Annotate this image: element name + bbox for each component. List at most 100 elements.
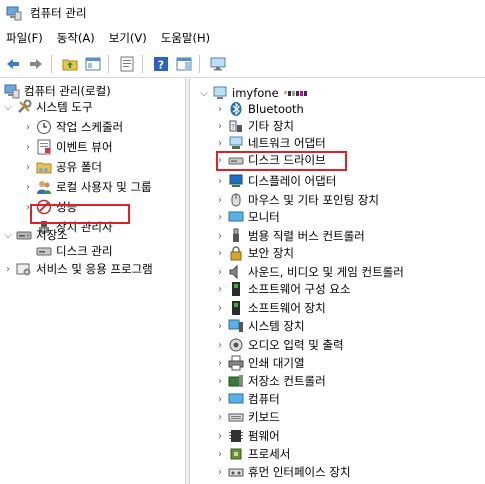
device-category-storage-controllers[interactable]: › 저장소 컨트롤러: [214, 371, 326, 391]
computer-icon: [228, 391, 244, 407]
tree-label: 서비스 및 응용 프로그램: [36, 262, 153, 276]
device-category-label: 키보드: [248, 410, 280, 424]
menu-file[interactable]: 파일(F): [0, 30, 51, 46]
device-category-software-components[interactable]: › 소프트웨어 구성 요소: [214, 279, 351, 299]
chevron-right-icon[interactable]: ›: [214, 353, 226, 373]
chevron-down-icon[interactable]: ⌵: [198, 83, 210, 103]
chevron-right-icon[interactable]: ›: [22, 177, 34, 197]
monitor-icon: [228, 209, 244, 225]
highlight-disk-drives: [216, 151, 347, 171]
device-category-label: Bluetooth: [248, 102, 304, 116]
device-category-label: 네트워크 어댑터: [248, 136, 326, 150]
chevron-right-icon[interactable]: ›: [22, 137, 34, 157]
chevron-right-icon[interactable]: ›: [214, 407, 226, 427]
back-icon[interactable]: [3, 54, 23, 74]
chevron-down-icon[interactable]: ⌵: [2, 97, 14, 117]
hid-icon: [228, 464, 244, 480]
menu-help[interactable]: 도움말(H): [155, 30, 218, 46]
chevron-right-icon[interactable]: ›: [214, 371, 226, 391]
help-icon[interactable]: ?: [151, 54, 171, 74]
device-category-software-devices[interactable]: › 소프트웨어 장치: [214, 298, 326, 318]
device-category-hid[interactable]: › 휴먼 인터페이스 장치: [214, 462, 351, 482]
device-category-keyboards[interactable]: › 키보드: [214, 407, 280, 427]
tree-item-local-users-groups[interactable]: › 로컬 사용자 및 그룹: [22, 177, 152, 197]
device-category-label: 오디오 입력 및 출력: [248, 338, 344, 352]
device-category-label: 모니터: [248, 210, 280, 224]
users-icon: [36, 179, 52, 195]
chevron-right-icon[interactable]: ›: [214, 426, 226, 446]
device-category-label: 소프트웨어 장치: [248, 301, 326, 315]
tree-item-services-applications[interactable]: › 서비스 및 응용 프로그램: [2, 259, 153, 279]
other-devices-icon: ?: [228, 118, 244, 134]
toolbar: ?: [0, 50, 485, 78]
tree-label: 디스크 관리: [56, 244, 113, 258]
device-category-system-devices[interactable]: › 시스템 장치: [214, 316, 305, 336]
chevron-right-icon[interactable]: ›: [214, 444, 226, 464]
toolbar-separator: [199, 54, 200, 73]
shared-folder-icon: [36, 159, 52, 175]
action-pane-icon[interactable]: [174, 54, 194, 74]
menu-action[interactable]: 동작(A): [51, 30, 103, 46]
security-device-icon: [228, 245, 244, 261]
chevron-right-icon[interactable]: ›: [214, 389, 226, 409]
forward-icon[interactable]: [26, 54, 46, 74]
storage-controller-icon: [228, 373, 244, 389]
redacted-name-icon: [283, 90, 307, 96]
window-title: 컴퓨터 관리: [30, 6, 87, 20]
device-category-label: 기타 장치: [248, 119, 294, 133]
firmware-icon: [228, 428, 244, 444]
device-category-label: 컴퓨터: [248, 392, 280, 406]
tree-label: 이벤트 뷰어: [56, 140, 113, 154]
console-tree-pane: 컴퓨터 관리(로컬) ⌵ 시스템 도구 › 작업 스케줄러 › 이벤트 뷰어 ›…: [0, 79, 186, 484]
clock-icon: [36, 119, 52, 135]
menu-view[interactable]: 보기(V): [103, 30, 155, 46]
keyboard-icon: [228, 409, 244, 425]
svg-text:?: ?: [158, 58, 164, 71]
device-category-label: 범용 직렬 버스 컨트롤러: [248, 229, 365, 243]
tree-item-system-tools[interactable]: ⌵ 시스템 도구: [2, 97, 93, 117]
printer-icon: [228, 355, 244, 371]
chevron-right-icon[interactable]: ›: [22, 157, 34, 177]
services-icon: [16, 261, 32, 277]
tree-item-task-scheduler[interactable]: › 작업 스케줄러: [22, 117, 123, 137]
chevron-right-icon[interactable]: ›: [214, 171, 226, 191]
chevron-down-icon[interactable]: ⌵: [2, 225, 14, 245]
tree-item-event-viewer[interactable]: › 이벤트 뷰어: [22, 137, 113, 157]
chevron-right-icon[interactable]: ›: [214, 462, 226, 482]
device-category-print-queues[interactable]: › 인쇄 대기열: [214, 353, 305, 373]
tree-label: 시스템 도구: [36, 100, 93, 114]
chevron-right-icon[interactable]: ›: [214, 335, 226, 355]
device-category-firmware[interactable]: › 펌웨어: [214, 426, 280, 446]
chevron-right-icon[interactable]: ›: [214, 279, 226, 299]
chevron-right-icon[interactable]: ›: [2, 259, 14, 279]
tree-item-shared-folders[interactable]: › 공유 폴더: [22, 157, 102, 177]
computer-management-icon: [6, 5, 22, 21]
device-category-display-adapters[interactable]: › 디스플레이 어댑터: [214, 171, 336, 191]
tree-item-disk-management[interactable]: 디스크 관리: [34, 241, 113, 261]
show-hide-tree-icon[interactable]: [83, 54, 103, 74]
chevron-right-icon[interactable]: ›: [214, 316, 226, 336]
device-tree-pane: ⌵ imyfone › Bluetooth › ? 기타 장치 › 네트워크 어…: [190, 79, 485, 484]
chevron-right-icon[interactable]: ›: [214, 243, 226, 263]
toolbar-separator: [142, 54, 143, 73]
device-category-label: 보안 장치: [248, 246, 294, 260]
device-category-processors[interactable]: › 프로세서: [214, 444, 290, 464]
title-bar: 컴퓨터 관리: [0, 0, 485, 26]
device-category-security-devices[interactable]: › 보안 장치: [214, 243, 294, 263]
device-category-monitors[interactable]: › 모니터: [214, 207, 280, 227]
event-viewer-icon: [36, 139, 52, 155]
properties-icon[interactable]: [117, 54, 137, 74]
device-category-computer[interactable]: › 컴퓨터: [214, 389, 280, 409]
chevron-right-icon[interactable]: ›: [22, 117, 34, 137]
device-category-audio-io[interactable]: › 오디오 입력 및 출력: [214, 335, 344, 355]
device-category-label: 휴먼 인터페이스 장치: [248, 465, 351, 479]
chevron-right-icon[interactable]: ›: [214, 207, 226, 227]
monitor-icon[interactable]: [208, 54, 228, 74]
toolbar-separator: [108, 54, 109, 73]
menu-bar: 파일(F) 동작(A) 보기(V) 도움말(H): [0, 26, 485, 50]
folder-up-icon[interactable]: [60, 54, 80, 74]
network-adapter-icon: [228, 135, 244, 151]
tree-label: 작업 스케줄러: [56, 120, 124, 134]
toolbar-separator: [51, 54, 52, 73]
chevron-right-icon[interactable]: ›: [214, 298, 226, 318]
